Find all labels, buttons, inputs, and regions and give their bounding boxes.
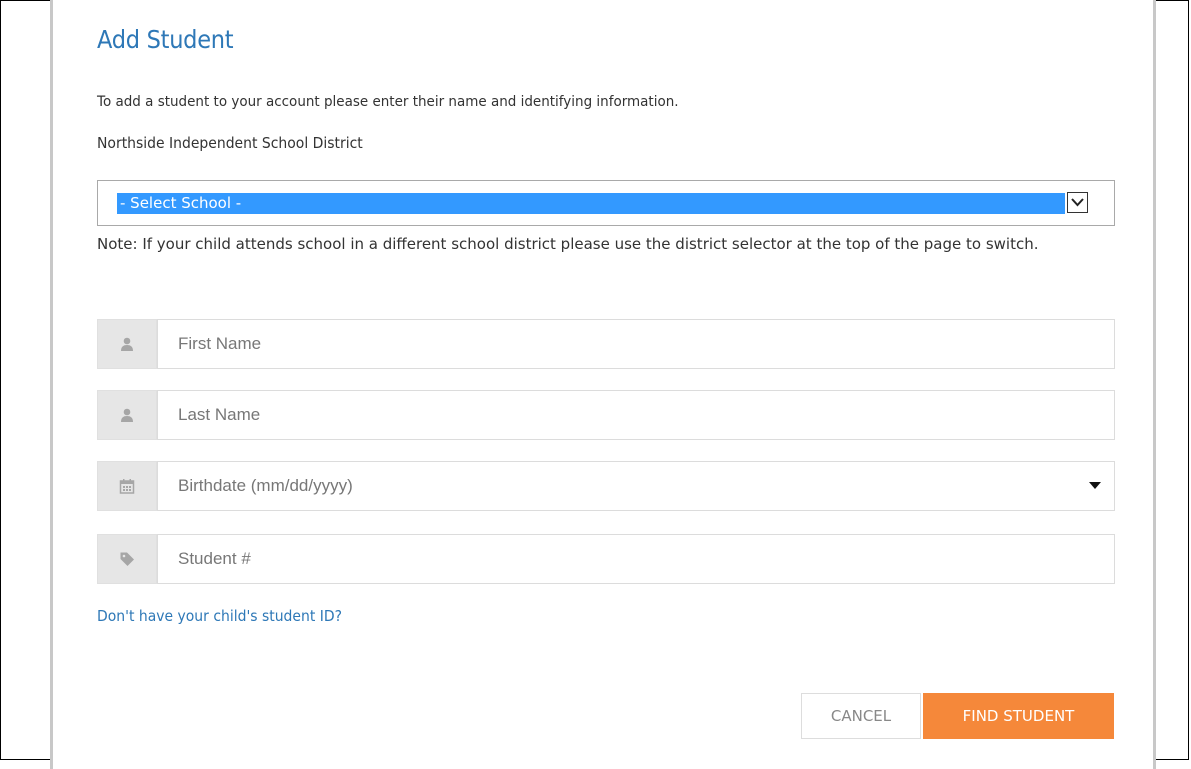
- user-icon: [121, 408, 133, 422]
- student-number-addon: [97, 534, 157, 584]
- intro-text: To add a student to your account please …: [97, 94, 679, 110]
- school-select-value: - Select School -: [117, 193, 1065, 214]
- first-name-group: [97, 319, 1115, 369]
- birthdate-input[interactable]: [157, 461, 1115, 511]
- outer-frame: Add Student To add a student to your acc…: [0, 0, 1189, 769]
- calendar-icon: [119, 479, 135, 494]
- dialog-title: Add Student: [97, 25, 234, 54]
- last-name-addon: [97, 390, 157, 440]
- last-name-input[interactable]: [157, 390, 1115, 440]
- student-number-group: [97, 534, 1115, 584]
- student-number-input[interactable]: [157, 534, 1115, 584]
- cancel-button[interactable]: CANCEL: [801, 693, 921, 739]
- tag-icon: [120, 552, 134, 566]
- district-name: Northside Independent School District: [97, 134, 363, 152]
- first-name-addon: [97, 319, 157, 369]
- chevron-down-icon: [1071, 198, 1084, 207]
- missing-student-id-link[interactable]: Don't have your child's student ID?: [97, 607, 342, 625]
- birthdate-addon: [97, 461, 157, 511]
- birthdate-group: [97, 461, 1115, 511]
- last-name-group: [97, 390, 1115, 440]
- add-student-dialog: Add Student To add a student to your acc…: [50, 0, 1156, 769]
- school-select-arrow-button[interactable]: [1067, 192, 1088, 213]
- find-student-button[interactable]: FIND STUDENT: [923, 693, 1114, 739]
- first-name-input[interactable]: [157, 319, 1115, 369]
- school-select[interactable]: - Select School -: [97, 180, 1115, 226]
- user-icon: [121, 337, 133, 351]
- caret-down-icon[interactable]: [1089, 482, 1101, 489]
- district-note: Note: If your child attends school in a …: [97, 235, 1039, 253]
